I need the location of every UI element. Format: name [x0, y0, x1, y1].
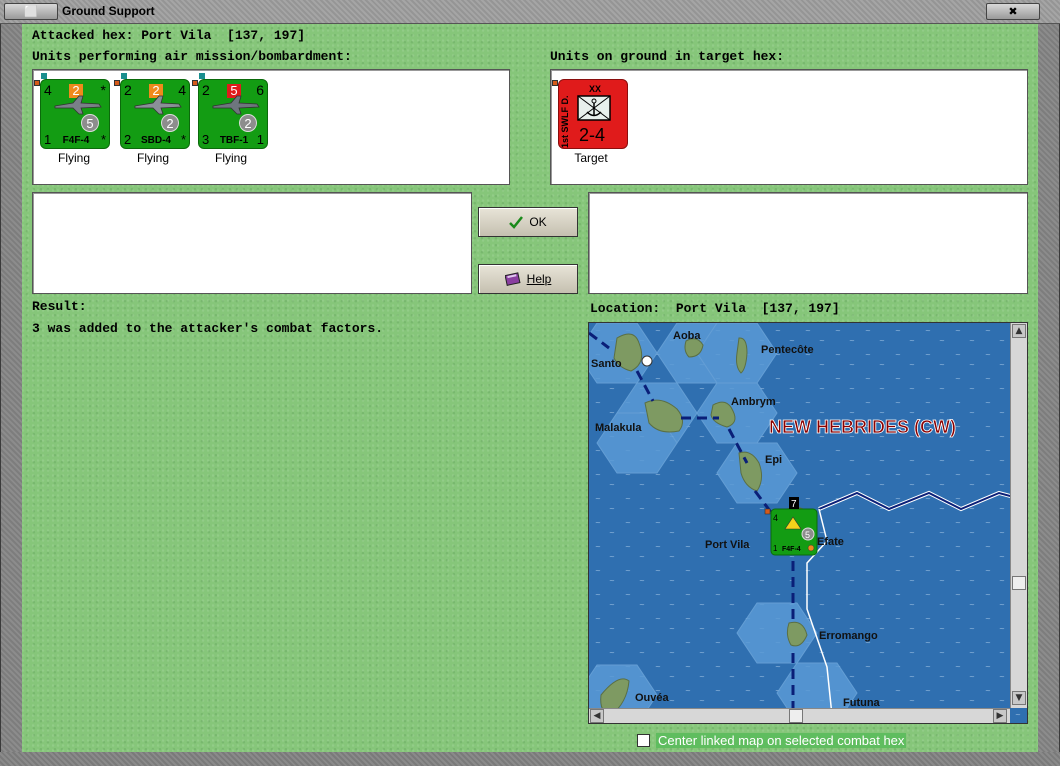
- help-button[interactable]: Help: [478, 264, 578, 294]
- help-button-label: Help: [526, 272, 552, 286]
- location-label: Location: Port Vila [137, 197]: [590, 301, 840, 316]
- air-unit-counter[interactable]: 2 5 6 2 3 TBF-1 1: [198, 79, 268, 149]
- counter-bottom-right: 1: [256, 132, 264, 147]
- map-counter-code: F4F-4: [782, 546, 801, 553]
- map-counter-top-left: 4: [773, 513, 778, 523]
- result-label: Result:: [32, 299, 87, 314]
- defender-log-panel: [588, 192, 1028, 294]
- checkmark-icon: [509, 216, 524, 229]
- marine-anchor-icon: [577, 95, 611, 121]
- status-bar: [0, 752, 1060, 766]
- ground-units-label: Units on ground in target hex:: [550, 49, 785, 64]
- air-unit-caption: Flying: [214, 151, 247, 165]
- ground-unit-counter[interactable]: 1st SWLF D. XX 2-4: [558, 79, 628, 149]
- status-marker-icon: [552, 80, 558, 86]
- counter-bottom-right: *: [100, 132, 106, 147]
- map-vertical-scrollbar[interactable]: ▲ ▼: [1010, 323, 1027, 708]
- counter-unit-name: 1st SWLF D.: [560, 95, 570, 148]
- airfield-icon: [641, 355, 653, 367]
- map-place-label: Epi: [765, 454, 782, 466]
- map-place-label: Malakula: [595, 422, 642, 434]
- close-icon: ✖: [1008, 5, 1018, 18]
- close-button[interactable]: ✖: [986, 3, 1040, 20]
- help-book-icon: [504, 272, 521, 286]
- torpedo-bomber-icon: [212, 95, 260, 115]
- system-menu-icon: ⬜: [24, 5, 38, 18]
- window-title: Ground Support: [62, 4, 155, 18]
- counter-circle-value: 2: [161, 114, 179, 132]
- counter-top-left: 4: [44, 82, 52, 98]
- map-counter-bottom-left: 1: [773, 544, 778, 553]
- map-place-label: Port Vila: [705, 539, 750, 551]
- system-menu-button[interactable]: ⬜: [4, 3, 58, 20]
- air-unit-caption: Flying: [57, 151, 90, 165]
- counter-bottom-right: *: [180, 132, 186, 147]
- map-horizontal-scrollbar[interactable]: ◀ ▶: [589, 708, 1010, 723]
- air-units-label: Units performing air mission/bombardment…: [32, 49, 352, 64]
- center-linked-map-label: Center linked map on selected combat hex: [656, 732, 907, 748]
- hex-map: ~ ~: [589, 323, 1027, 723]
- scroll-up-arrow-icon[interactable]: ▲: [1012, 324, 1026, 338]
- map-place-label: Santo: [591, 358, 622, 370]
- attacker-log-panel: [32, 192, 472, 294]
- map-place-label: Pentecôte: [761, 344, 814, 356]
- horizontal-scroll-thumb[interactable]: [789, 709, 803, 723]
- air-unit-caption: Flying: [136, 151, 169, 165]
- counter-top-left: 2: [124, 82, 132, 98]
- ground-unit-caption: Target: [574, 151, 608, 165]
- ok-button-label: OK: [529, 215, 547, 229]
- status-marker-icon: [192, 80, 198, 86]
- result-text: 3 was added to the attacker's combat fac…: [32, 321, 384, 336]
- dive-bomber-icon: [134, 95, 182, 115]
- air-unit-counter[interactable]: 2 2 4 2 2 SBD-4 *: [120, 79, 190, 149]
- counter-unit-size: XX: [589, 84, 602, 94]
- ok-button[interactable]: OK: [478, 207, 578, 237]
- map-place-label: Ouvéa: [635, 692, 670, 704]
- counter-top-left: 2: [202, 82, 210, 98]
- fighter-plane-icon: [54, 95, 102, 115]
- map-place-label: Erromango: [819, 630, 878, 642]
- nation-flag-icon: [121, 73, 127, 79]
- scroll-right-arrow-icon[interactable]: ▶: [993, 709, 1007, 723]
- center-linked-map-checkbox[interactable]: [637, 733, 650, 747]
- counter-circle-value: 5: [81, 114, 99, 132]
- linked-map[interactable]: ~ ~: [588, 322, 1028, 724]
- status-marker-icon: [114, 80, 120, 86]
- air-unit-counter[interactable]: 4 2 * 5 1 F4F-4 *: [40, 79, 110, 149]
- map-counter-circle: 5: [805, 530, 810, 540]
- map-counter-badge: 7: [791, 499, 797, 510]
- center-linked-map-option[interactable]: Center linked map on selected combat hex: [637, 731, 907, 749]
- map-place-label: Aoba: [673, 330, 701, 342]
- map-place-label: Ambrym: [731, 396, 776, 408]
- map-region-title: NEW HEBRIDES (CW): [769, 417, 956, 437]
- counter-strength: 2-4: [579, 125, 606, 145]
- map-place-label: Efate: [817, 536, 844, 548]
- nation-flag-icon: [199, 73, 205, 79]
- scroll-down-arrow-icon[interactable]: ▼: [1012, 691, 1026, 705]
- title-bar[interactable]: ⬜ Ground Support ✖: [0, 0, 1060, 24]
- vertical-scroll-thumb[interactable]: [1012, 576, 1026, 590]
- status-marker-icon: [34, 80, 40, 86]
- nation-flag-icon: [41, 73, 47, 79]
- counter-circle-value: 2: [239, 114, 257, 132]
- scroll-left-arrow-icon[interactable]: ◀: [590, 709, 604, 723]
- attacked-hex-label: Attacked hex: Port Vila [137, 197]: [32, 28, 306, 43]
